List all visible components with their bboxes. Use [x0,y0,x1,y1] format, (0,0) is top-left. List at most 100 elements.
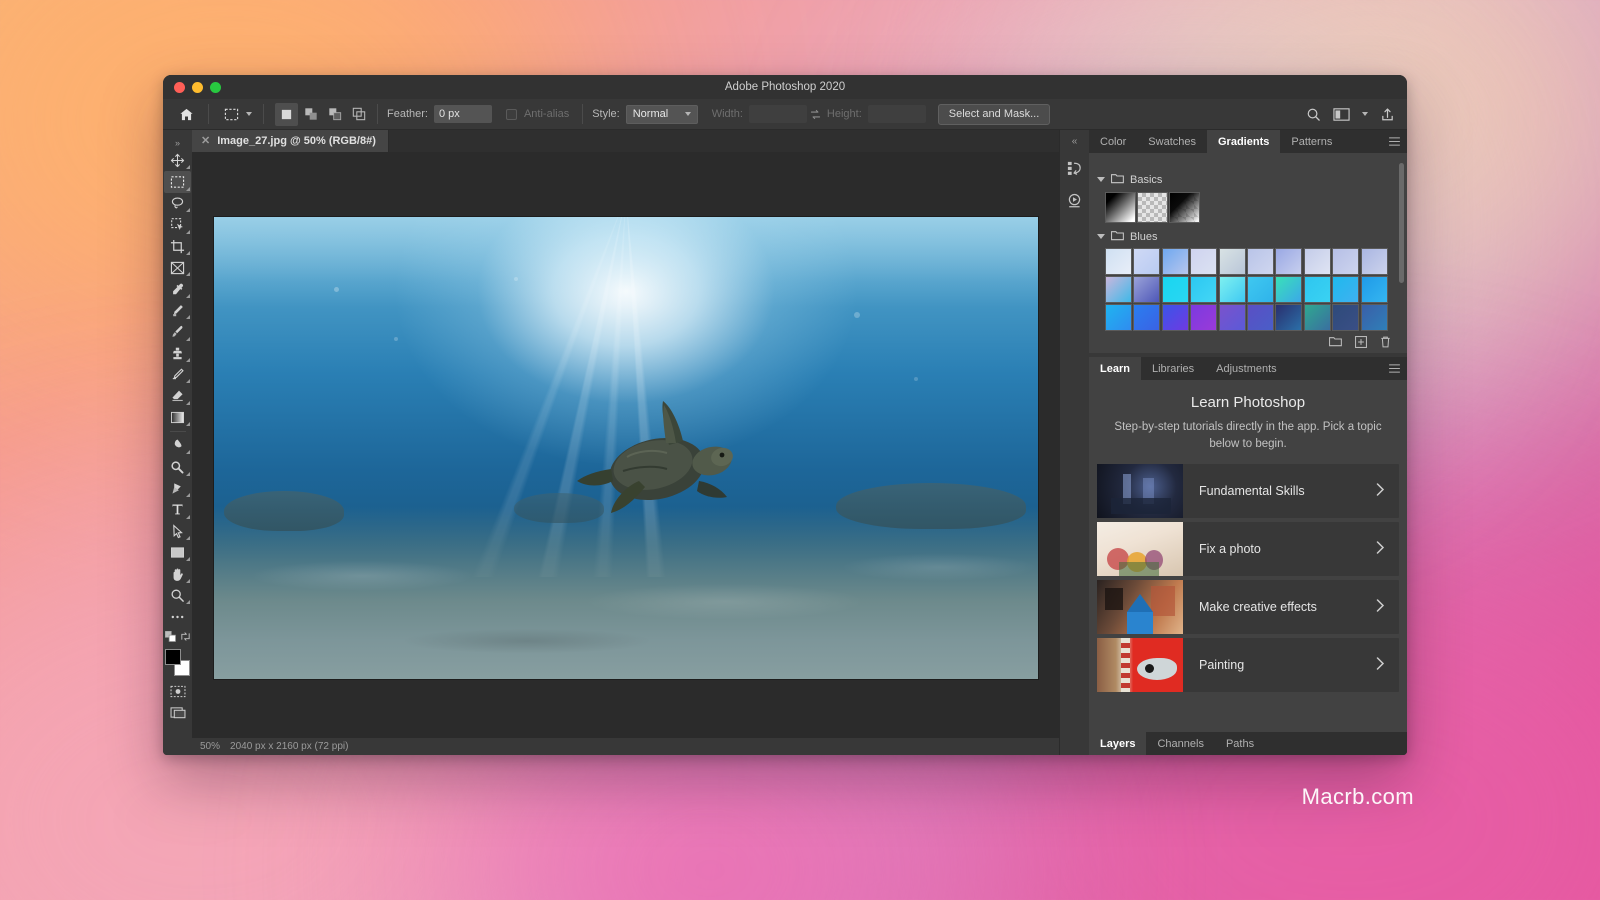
frame-tool[interactable] [164,257,191,278]
color-swatches[interactable] [164,648,191,676]
learn-item-painting[interactable]: Painting [1097,638,1399,693]
quick-mask-icon[interactable] [164,681,191,702]
spot-healing-brush-tool[interactable] [164,300,191,321]
panel-collapse-icon[interactable]: » [164,136,191,150]
tab-layers[interactable]: Layers [1089,732,1147,755]
chevron-down-icon[interactable] [1097,177,1105,182]
gradient-swatch[interactable] [1332,304,1360,331]
zoom-level[interactable]: 50% [200,741,220,752]
gradient-swatch[interactable] [1303,248,1331,275]
style-select[interactable]: Normal [625,104,698,124]
tab-color[interactable]: Color [1089,130,1137,153]
gradient-swatch[interactable] [1218,276,1246,303]
gradient-tool[interactable] [164,407,191,428]
chevron-down-icon[interactable] [1097,234,1105,239]
crop-tool[interactable] [164,236,191,257]
gradient-swatch[interactable] [1105,248,1132,275]
gradient-swatch[interactable] [1332,248,1360,275]
intersect-with-selection-button[interactable] [347,103,370,126]
panel-menu-icon[interactable] [1389,357,1407,380]
swap-dimensions-icon[interactable] [807,108,825,121]
screen-mode-icon[interactable] [164,702,191,723]
gradient-swatch[interactable] [1133,276,1161,303]
learn-item-make-creative-effects[interactable]: Make creative effects [1097,580,1399,635]
gradient-swatch[interactable] [1105,276,1132,303]
foreground-color-swatch[interactable] [165,648,181,665]
anti-alias-checkbox[interactable] [505,108,517,120]
gradient-swatch[interactable] [1133,248,1161,275]
close-window-button[interactable] [174,81,185,93]
canvas[interactable] [192,152,1059,737]
search-icon[interactable] [1306,107,1321,122]
tab-swatches[interactable]: Swatches [1137,130,1207,153]
history-icon[interactable] [1063,156,1087,180]
default-colors-icon[interactable] [164,630,176,645]
gradient-group-basics[interactable]: Basics [1089,170,1407,189]
document-tab[interactable]: ✕ Image_27.jpg @ 50% (RGB/8#) [192,130,389,152]
gradient-swatch[interactable] [1303,304,1331,331]
tab-adjustments[interactable]: Adjustments [1205,357,1288,380]
learn-item-fix-a-photo[interactable]: Fix a photo [1097,522,1399,577]
gradient-swatch[interactable] [1360,304,1388,331]
rectangular-marquee-tool[interactable] [164,171,191,193]
gradient-swatch[interactable] [1161,248,1189,275]
gradient-swatch[interactable] [1190,304,1218,331]
gradient-swatch[interactable] [1137,192,1168,223]
gradient-swatch[interactable] [1218,248,1246,275]
home-icon[interactable] [171,107,201,122]
collapse-panels-icon[interactable]: « [1072,136,1078,148]
minimize-window-button[interactable] [192,81,203,93]
zoom-tool[interactable] [164,585,191,606]
quick-selection-tool[interactable] [164,214,191,235]
gradient-swatch[interactable] [1275,304,1303,331]
blur-tool[interactable] [164,435,191,456]
gradient-swatch[interactable] [1190,248,1218,275]
gradient-swatch[interactable] [1246,276,1274,303]
lasso-tool[interactable] [164,193,191,214]
gradient-swatch[interactable] [1332,276,1360,303]
move-tool[interactable] [164,150,191,171]
feather-input[interactable] [433,105,492,123]
add-to-selection-button[interactable] [299,103,322,126]
gradient-swatch[interactable] [1190,276,1218,303]
gradients-scrollbar[interactable] [1399,163,1404,283]
share-icon[interactable] [1380,107,1395,122]
dodge-tool[interactable] [164,456,191,477]
panel-menu-icon[interactable] [1389,130,1407,153]
gradient-swatch[interactable] [1133,304,1161,331]
swap-colors-icon[interactable] [180,631,191,645]
width-input[interactable] [748,105,807,123]
gradient-swatch[interactable] [1360,276,1388,303]
gradients-search-row[interactable] [1089,153,1407,170]
tab-channels[interactable]: Channels [1146,732,1214,755]
document-image[interactable] [213,217,1038,679]
close-icon[interactable]: ✕ [201,135,210,147]
gradient-swatch[interactable] [1105,304,1132,331]
workspace-icon[interactable] [1333,107,1350,122]
gradient-swatch[interactable] [1246,304,1274,331]
eraser-tool[interactable] [164,385,191,406]
gradient-swatch[interactable] [1161,276,1189,303]
pen-tool[interactable] [164,478,191,499]
gradient-swatch[interactable] [1303,276,1331,303]
brush-tool[interactable] [164,321,191,342]
type-tool[interactable] [164,499,191,520]
gradient-swatch[interactable] [1218,304,1246,331]
actions-icon[interactable] [1063,188,1087,212]
tab-patterns[interactable]: Patterns [1280,130,1343,153]
gradient-swatch[interactable] [1275,276,1303,303]
tab-learn[interactable]: Learn [1089,357,1141,380]
subtract-from-selection-button[interactable] [323,103,346,126]
tab-gradients[interactable]: Gradients [1207,130,1281,153]
eyedropper-tool[interactable] [164,278,191,299]
gradient-group-blues[interactable]: Blues [1089,227,1407,246]
new-gradient-icon[interactable] [1355,335,1367,351]
maximize-window-button[interactable] [210,81,221,93]
gradient-swatch[interactable] [1105,192,1136,223]
gradient-swatch[interactable] [1360,248,1388,275]
select-and-mask-button[interactable]: Select and Mask... [937,103,1051,125]
gradient-swatch[interactable] [1246,248,1274,275]
tab-paths[interactable]: Paths [1215,732,1265,755]
new-group-icon[interactable] [1329,336,1342,350]
clone-stamp-tool[interactable] [164,343,191,364]
